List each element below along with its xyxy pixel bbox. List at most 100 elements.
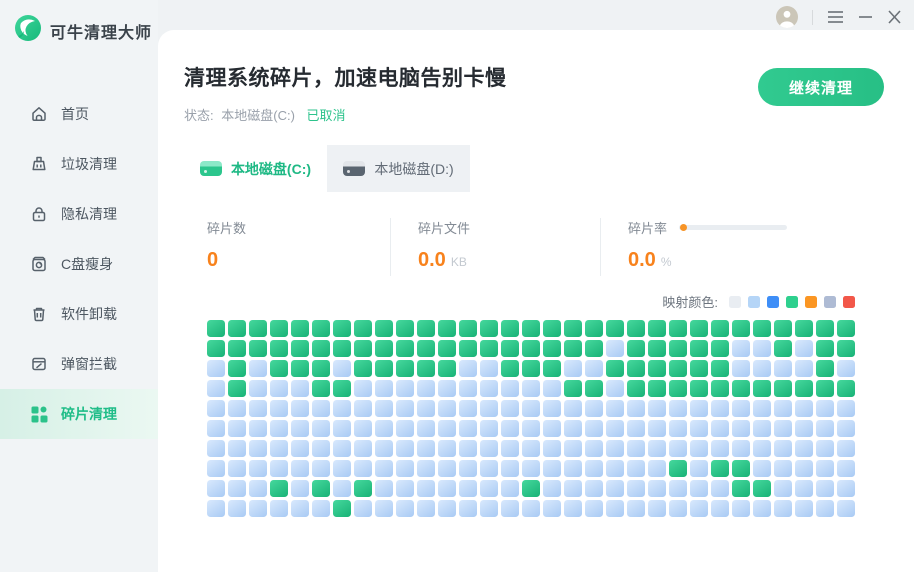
disk-block [459, 340, 477, 357]
disk-block [459, 360, 477, 377]
disk-block [669, 340, 687, 357]
disk-block [732, 340, 750, 357]
disk-block [606, 340, 624, 357]
disk-block [753, 460, 771, 477]
disk-block [501, 460, 519, 477]
disk-block [501, 380, 519, 397]
disk-block [375, 360, 393, 377]
sidebar-item-label: 弹窗拦截 [61, 356, 117, 372]
disk-block [438, 400, 456, 417]
disk-block [354, 400, 372, 417]
disk-block [648, 460, 666, 477]
minimize-icon[interactable] [858, 10, 873, 24]
disk-block [669, 500, 687, 517]
disk-block [732, 320, 750, 337]
disk-block [711, 420, 729, 437]
disk-block [774, 480, 792, 497]
disk-block [249, 420, 267, 437]
disk-block [291, 440, 309, 457]
disk-block [795, 380, 813, 397]
disk-block [564, 480, 582, 497]
user-avatar[interactable] [776, 6, 798, 28]
disk-block [312, 460, 330, 477]
disk-block [396, 480, 414, 497]
disk-block [459, 400, 477, 417]
disk-block [690, 380, 708, 397]
stat-value: 0.0 KB [418, 249, 467, 271]
sidebar-item-lock[interactable]: 隐私清理 [0, 189, 158, 239]
disk-block [501, 320, 519, 337]
disk-block [207, 440, 225, 457]
fragment-rate-slider[interactable] [679, 224, 788, 231]
sidebar-item-trash[interactable]: 软件卸载 [0, 289, 158, 339]
sidebar-item-popup-block[interactable]: 弹窗拦截 [0, 339, 158, 389]
disk-block [417, 400, 435, 417]
popup-block-icon [30, 355, 48, 373]
disk-block [753, 380, 771, 397]
disk-block [417, 420, 435, 437]
page-header: 清理系统碎片，加速电脑告别卡慢 状态: 本地磁盘(C:) 已取消 继续清理 [158, 30, 914, 124]
continue-clean-button[interactable]: 继续清理 [757, 68, 884, 106]
disk-block [606, 320, 624, 337]
stat-label-row: 碎片率 [628, 218, 855, 237]
legend-swatches [729, 295, 855, 308]
disk-block [816, 340, 834, 357]
tab-label: 本地磁盘(C:) [230, 160, 312, 177]
sidebar-item-label: 碎片清理 [61, 406, 117, 422]
disk-block [438, 360, 456, 377]
sidebar: 可牛清理大师 首页 垃圾清理 隐私清理 C盘瘦身 软件卸载 弹窗拦截 碎片清理 [0, 0, 158, 572]
sidebar-item-disk-slim[interactable]: C盘瘦身 [0, 239, 158, 289]
disk-block [207, 500, 225, 517]
stat-value: 0 [207, 249, 219, 271]
sidebar-item-home[interactable]: 首页 [0, 89, 158, 139]
disk-block [669, 380, 687, 397]
disk-block [438, 320, 456, 337]
disk-block [816, 460, 834, 477]
legend-swatch [805, 295, 817, 308]
disk-block [270, 500, 288, 517]
disk-block [543, 400, 561, 417]
disk-block [207, 380, 225, 397]
disk-block [564, 320, 582, 337]
disk-block [690, 400, 708, 417]
disk-block [732, 480, 750, 497]
disk-block [585, 420, 603, 437]
disk-block [312, 500, 330, 517]
disk-block [564, 500, 582, 517]
disk-block [753, 500, 771, 517]
disk-block [312, 340, 330, 357]
disk-block [543, 340, 561, 357]
disk-block [270, 340, 288, 357]
disk-block [627, 500, 645, 517]
tab-disk-d[interactable]: 本地磁盘(D:) [327, 145, 470, 192]
disk-block [648, 320, 666, 337]
disk-block [417, 440, 435, 457]
disk-block [774, 320, 792, 337]
disk-block [249, 320, 267, 337]
disk-block [312, 380, 330, 397]
tab-disk-c[interactable]: 本地磁盘(C:) [184, 145, 327, 192]
disk-block [816, 400, 834, 417]
tab-label: 本地磁盘(D:) [374, 160, 454, 177]
sidebar-item-fragments[interactable]: 碎片清理 [0, 389, 158, 439]
sidebar-item-broom[interactable]: 垃圾清理 [0, 139, 158, 189]
legend-swatch [748, 295, 760, 308]
defrag-block-map [207, 320, 855, 517]
disk-block [585, 440, 603, 457]
disk-block [669, 360, 687, 377]
disk-block [501, 480, 519, 497]
disk-block [375, 440, 393, 457]
disk-block [816, 320, 834, 337]
menu-icon[interactable] [827, 10, 844, 24]
disk-block [228, 500, 246, 517]
disk-block [354, 460, 372, 477]
disk-block [228, 360, 246, 377]
legend-swatch [786, 295, 798, 308]
disk-block [270, 460, 288, 477]
slider-thumb[interactable] [680, 224, 688, 231]
close-icon[interactable] [887, 10, 902, 24]
disk-block [795, 500, 813, 517]
disk-block [732, 360, 750, 377]
fragment-stats: 碎片数 0 碎片文件 0.0 KB 碎片率 0.0% [207, 218, 855, 276]
disk-block [354, 340, 372, 357]
